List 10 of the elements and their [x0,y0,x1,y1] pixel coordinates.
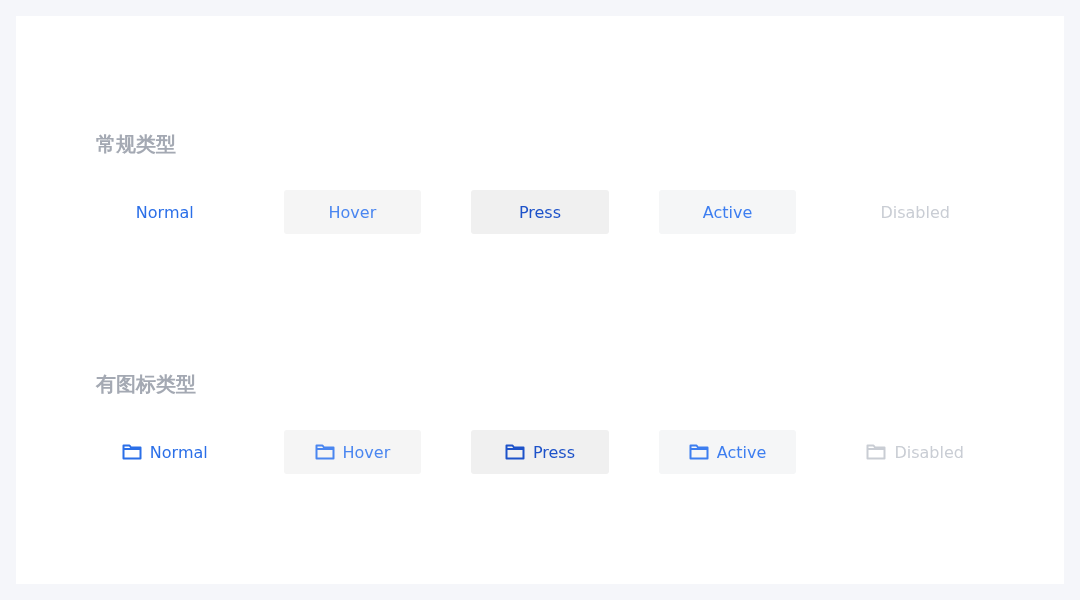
section-title: 有图标类型 [96,371,197,398]
text-button[interactable]: Active [658,190,797,234]
section-title: 常规类型 [96,131,177,158]
text-button[interactable]: Hover [283,430,422,474]
text-button[interactable]: Normal [96,190,234,234]
text-button[interactable]: Press [471,190,609,234]
text-button[interactable]: Normal [96,430,234,474]
text-button[interactable]: Hover [283,190,422,234]
text-button[interactable]: Press [471,430,609,474]
text-button[interactable]: Active [658,430,797,474]
